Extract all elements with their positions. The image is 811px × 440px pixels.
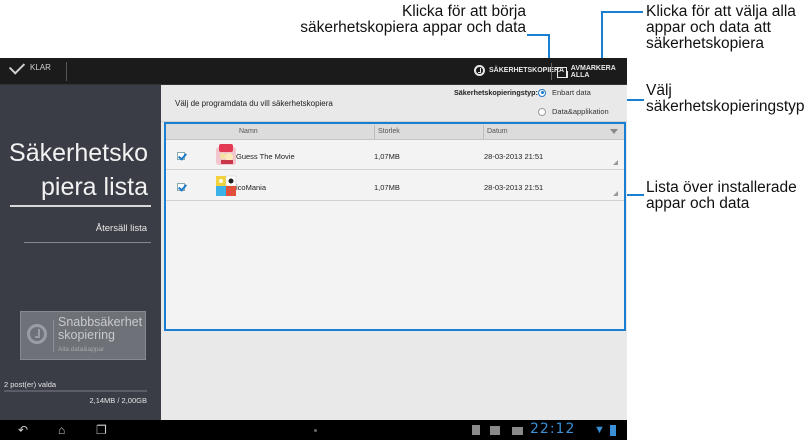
sidebar-title: Säkerhetsko piera lista	[0, 136, 148, 204]
done-label: KLAR	[30, 63, 51, 72]
quick-backup-divider	[53, 320, 54, 352]
back-icon[interactable]: ↶	[18, 423, 28, 437]
storage-progress-bar	[4, 390, 147, 392]
callout-type-line1: Välj	[646, 82, 672, 99]
row-size: 1,07MB	[374, 183, 400, 192]
sort-arrow-icon[interactable]	[610, 129, 618, 134]
done-button[interactable]: KLAR	[8, 58, 51, 75]
deselect-icon	[557, 66, 568, 78]
deselect-label: AVMARKERA ALLA	[570, 65, 616, 79]
row-size: 1,07MB	[374, 152, 400, 161]
row-date: 28-03-2013 21:51	[484, 152, 544, 161]
sd-card-icon	[472, 425, 480, 435]
callout-deselect-line	[601, 11, 643, 13]
column-size-header[interactable]: Storlek	[378, 128, 400, 135]
sidebar-title-line1: Säkerhetsko	[9, 139, 148, 167]
screenshot-icon	[490, 426, 500, 435]
row-expand-icon[interactable]	[613, 160, 618, 165]
backup-icon	[474, 65, 485, 76]
quick-backup-title: Snabbsäkerhet skopiering	[58, 315, 143, 342]
selected-count: 2 post(er) valda	[4, 380, 57, 389]
header-divider	[483, 125, 484, 139]
callout-backup-line	[527, 34, 549, 36]
callout-list-line1: Lista över installerade	[646, 179, 797, 196]
check-icon	[8, 58, 26, 75]
callout-deselect: Klicka för att välja alla appar och data…	[646, 4, 811, 52]
callout-list: Lista över installerade appar och data	[646, 180, 811, 212]
sidebar-title-line2: piera lista	[41, 173, 148, 201]
backup-label: SÄKERHETSKOPIERA	[489, 67, 565, 74]
row-app-name: Guess The Movie	[236, 152, 295, 161]
mail-icon	[512, 427, 523, 435]
callout-deselect-line2: appar och data att	[646, 19, 771, 36]
row-checkbox[interactable]	[177, 152, 185, 160]
radio-selected-icon	[538, 88, 546, 97]
callout-backup-line2: säkerhetskopiera appar och data	[300, 19, 526, 36]
menu-dot-icon[interactable]	[314, 429, 317, 432]
sidebar-divider-2	[24, 242, 151, 243]
callout-list-line	[624, 194, 644, 196]
backup-type-label: Säkerhetskopieringstyp:	[454, 88, 538, 97]
callout-backup-line1: Klicka för att börja	[401, 3, 526, 20]
size-summary: 2,14MB / 2,00GB	[89, 396, 147, 405]
callout-list-line2: appar och data	[646, 195, 750, 212]
deselect-all-button[interactable]: AVMARKERA ALLA	[557, 65, 627, 79]
row-expand-icon[interactable]	[613, 191, 618, 196]
sidebar: Säkerhetsko piera lista Återsäll lista S…	[0, 85, 161, 420]
radio-data-only-label: Enbart data	[552, 88, 591, 97]
radio-unselected-icon	[538, 107, 546, 116]
radio-data-only[interactable]: Enbart data	[538, 88, 591, 97]
column-date-header[interactable]: Datum	[487, 128, 508, 135]
header-divider	[374, 125, 375, 139]
quick-backup-subtitle: Alla data&appar	[58, 346, 105, 353]
restore-list-item[interactable]: Återsäll lista	[96, 223, 147, 234]
callout-deselect-stem	[601, 11, 603, 61]
instruction-text: Välj de programdata du vill säkerhetskop…	[175, 99, 333, 108]
column-name-header[interactable]: Namn	[239, 128, 258, 135]
navigation-bar: ↶ ⌂ ❐ 22:12 ▼	[0, 420, 627, 440]
list-header: Namn Storlek Datum	[166, 124, 624, 140]
action-bar: KLAR SÄKERHETSKOPIERA AVMARKERA ALLA	[0, 58, 627, 85]
callout-deselect-line1: Klicka för att välja alla	[646, 3, 796, 20]
callout-type: Välj säkerhetskopieringstyp	[646, 83, 811, 115]
row-date: 28-03-2013 21:51	[484, 183, 544, 192]
table-row[interactable]: Guess The Movie 1,07MB 28-03-2013 21:51	[166, 140, 624, 170]
quick-backup-icon	[27, 324, 47, 344]
callout-deselect-line3: säkerhetskopiera	[646, 35, 765, 52]
status-clock: 22:12	[530, 421, 576, 437]
guess-the-movie-app-icon	[216, 144, 236, 165]
home-icon[interactable]: ⌂	[58, 423, 65, 437]
quick-backup-button[interactable]: Snabbsäkerhet skopiering Alla data&appar	[20, 311, 146, 360]
table-row[interactable]: icoMania 1,07MB 28-03-2013 21:51	[166, 171, 624, 201]
row-checkbox[interactable]	[177, 183, 185, 191]
action-bar-divider	[66, 62, 67, 81]
sidebar-divider	[10, 205, 151, 207]
row-app-name: icoMania	[236, 183, 267, 192]
radio-data-and-app-label: Data&applikation	[552, 107, 609, 116]
battery-icon	[610, 425, 616, 436]
action-bar-divider-2	[551, 63, 552, 80]
callout-type-line2: säkerhetskopieringstyp	[646, 98, 805, 115]
wifi-icon: ▼	[594, 424, 605, 436]
recent-apps-icon[interactable]: ❐	[96, 423, 107, 437]
radio-data-and-app[interactable]: Data&applikation	[538, 107, 609, 116]
app-list: Namn Storlek Datum Guess The Movie 1,07M…	[164, 122, 626, 331]
callout-backup: Klicka för att börja säkerhetskopiera ap…	[300, 4, 526, 36]
main-content: Välj de programdata du vill säkerhetskop…	[161, 85, 627, 420]
icomania-app-icon	[216, 175, 237, 196]
device-screen: KLAR SÄKERHETSKOPIERA AVMARKERA ALLA Säk…	[0, 58, 627, 440]
